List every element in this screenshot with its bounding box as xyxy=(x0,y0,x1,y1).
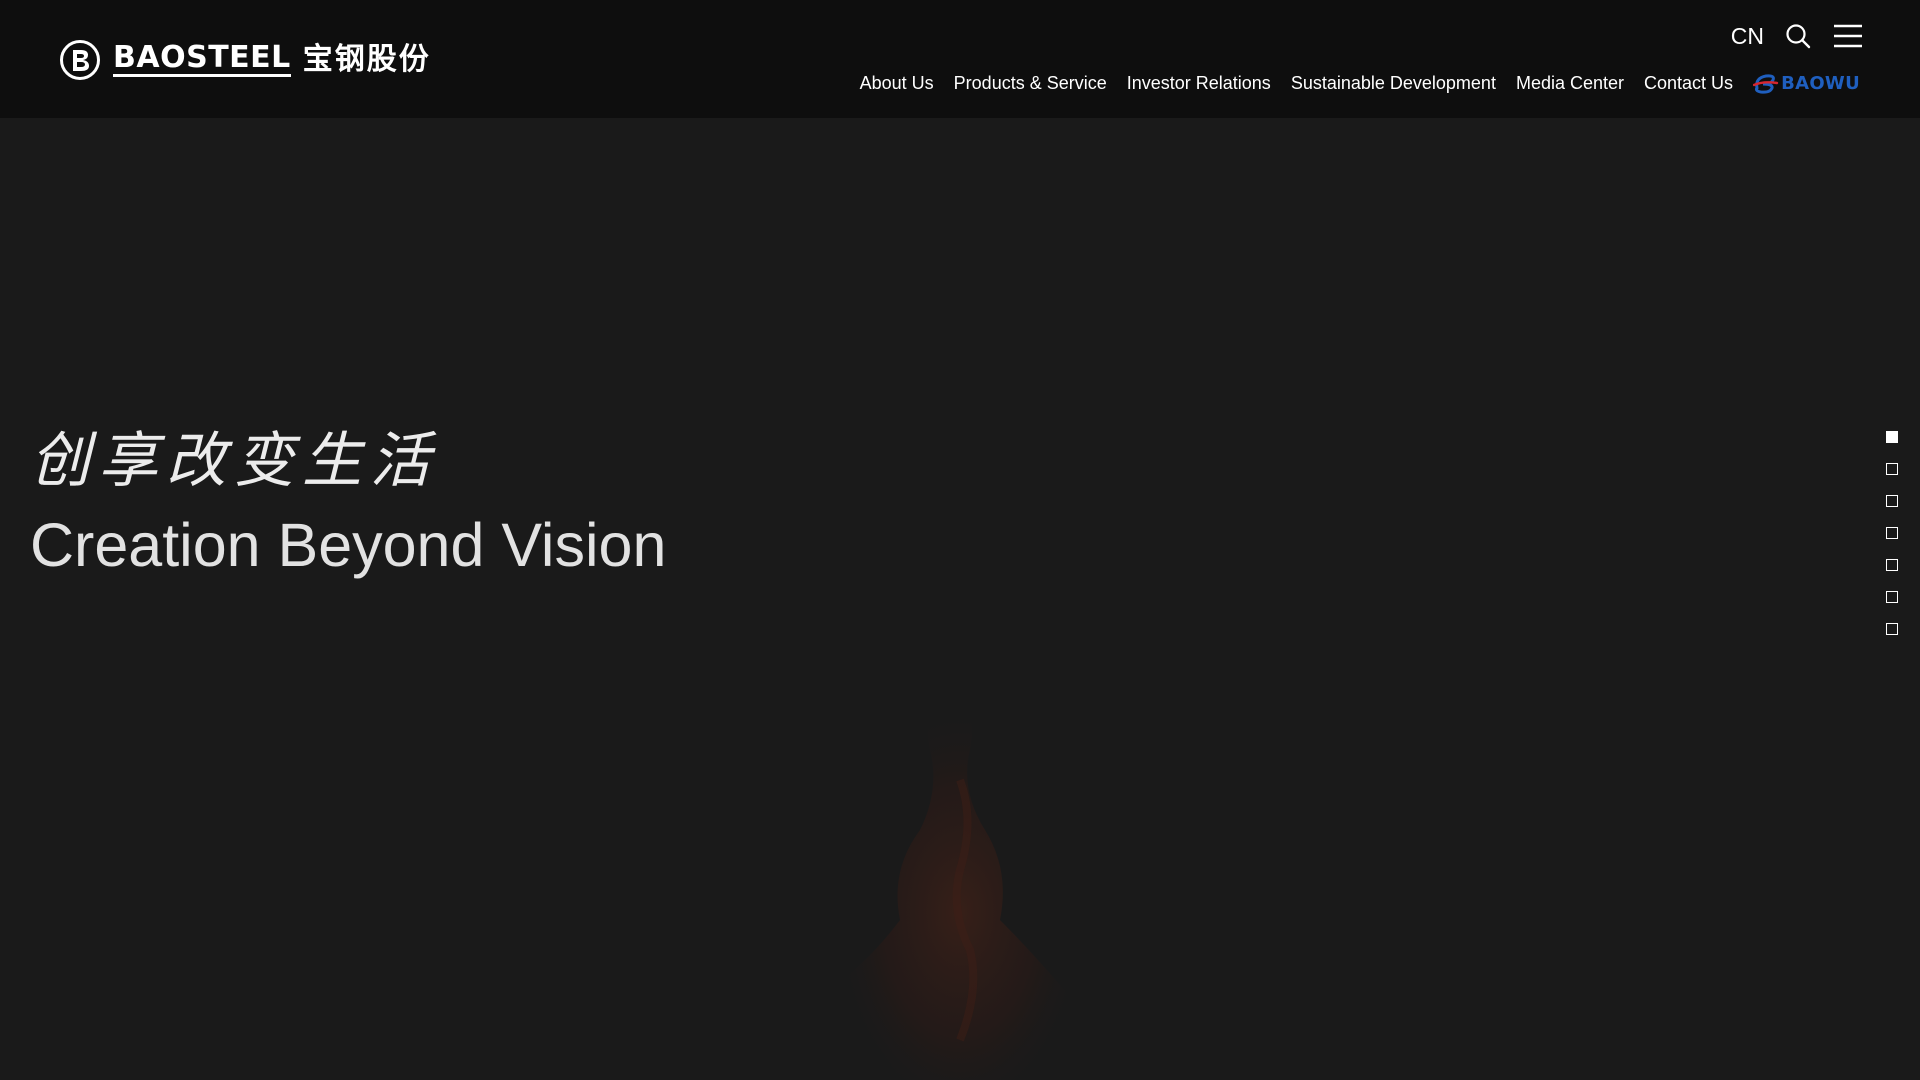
nav-item-about-us[interactable]: About Us xyxy=(860,73,934,94)
main-nav: About Us Products & Service Investor Rel… xyxy=(860,70,1860,96)
slide-pager-dot-1[interactable] xyxy=(1886,431,1898,443)
nav-item-contact-us[interactable]: Contact Us xyxy=(1644,73,1733,94)
slide-pager-dot-5[interactable] xyxy=(1886,559,1898,571)
nav-item-investor-relations[interactable]: Investor Relations xyxy=(1127,73,1271,94)
hero-slogan-en: Creation Beyond Vision xyxy=(30,511,667,579)
slide-pager-dot-4[interactable] xyxy=(1886,527,1898,539)
header-tools: CN xyxy=(1731,18,1862,54)
baosteel-logo[interactable]: BAOSTEEL 宝钢股份 xyxy=(59,37,431,82)
baowu-logo-link[interactable]: BAOWU xyxy=(1753,72,1860,94)
slide-pager-dot-7[interactable] xyxy=(1886,623,1898,635)
logo-text-cn: 宝钢股份 xyxy=(302,41,431,77)
hero-slogan-cn: 创享改变生活 xyxy=(30,426,438,496)
logo-text-en: BAOSTEEL xyxy=(113,39,291,77)
nav-item-media-center[interactable]: Media Center xyxy=(1516,73,1624,94)
baosteel-emblem-icon xyxy=(60,39,100,80)
nav-item-sustainable-development[interactable]: Sustainable Development xyxy=(1291,73,1496,94)
baowu-emblem-icon xyxy=(1753,74,1779,94)
flame-figure-image xyxy=(830,660,1090,1080)
slide-pager-dot-3[interactable] xyxy=(1886,495,1898,507)
hamburger-menu-icon[interactable] xyxy=(1832,22,1862,50)
language-switch[interactable]: CN xyxy=(1731,23,1764,50)
slide-pager-dot-2[interactable] xyxy=(1886,463,1898,475)
slide-pager xyxy=(1886,431,1898,635)
site-header: BAOSTEEL 宝钢股份 CN About Us Products & Ser… xyxy=(0,0,1920,118)
baowu-logo-text: BAOWU xyxy=(1781,72,1860,94)
slide-pager-dot-6[interactable] xyxy=(1886,591,1898,603)
hero-section: 创享改变生活 Creation Beyond Vision xyxy=(0,118,1920,1080)
nav-item-products-service[interactable]: Products & Service xyxy=(954,73,1107,94)
search-icon[interactable] xyxy=(1784,22,1812,50)
